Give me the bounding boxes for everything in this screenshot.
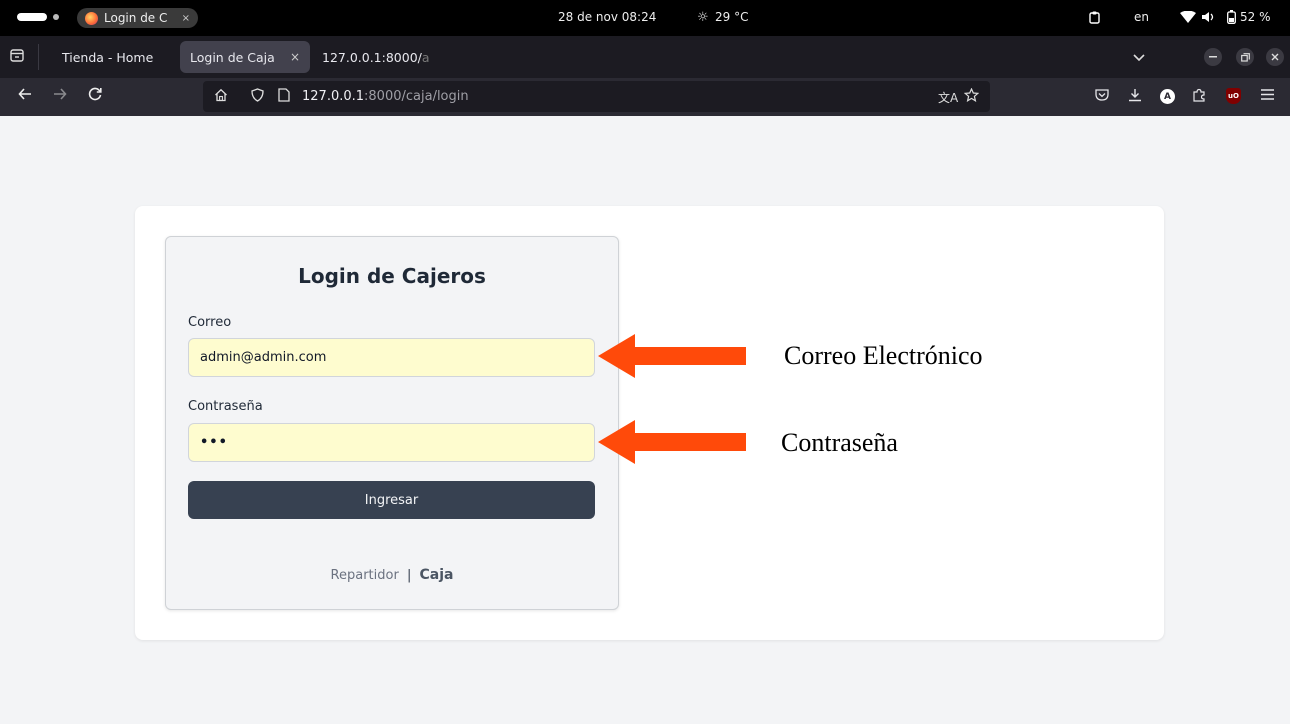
forward-arrow-icon[interactable] [53, 87, 67, 105]
reload-icon[interactable] [88, 87, 102, 105]
url-path: :8000/caja/login [364, 89, 469, 104]
browser-nav-bar: 127.0.0.1:8000/caja/login 文A A uO [0, 78, 1290, 116]
taskbar-close-icon[interactable]: × [182, 13, 190, 24]
back-arrow-icon[interactable] [18, 87, 32, 105]
minimize-button[interactable] [1204, 48, 1222, 66]
login-title: Login de Cajeros [298, 264, 486, 288]
restore-button[interactable] [1236, 48, 1254, 66]
weather-temperature[interactable]: 29 °C [715, 10, 748, 24]
keyboard-language[interactable]: en [1134, 10, 1149, 24]
taskbar-window-title: Login de C [104, 11, 168, 25]
clipboard-icon[interactable] [1089, 11, 1100, 27]
ublock-origin-icon[interactable]: uO [1226, 88, 1241, 104]
account-avatar-icon[interactable]: A [1160, 89, 1175, 104]
tab-label: Tienda - Home [62, 49, 154, 65]
tab-tienda-home[interactable]: Tienda - Home [52, 41, 172, 73]
workspace-indicator-icon[interactable] [17, 13, 47, 21]
volume-icon[interactable] [1201, 11, 1217, 26]
extensions-puzzle-icon[interactable] [1192, 88, 1206, 106]
clock[interactable]: 28 de nov 08:24 [558, 10, 656, 24]
close-window-button[interactable] [1266, 48, 1284, 66]
email-arrow-icon [598, 334, 746, 378]
annotation-password: Contraseña [781, 428, 898, 457]
tab-divider [38, 44, 39, 70]
tab-login-caja[interactable]: Login de Caja × [180, 41, 310, 73]
battery-icon[interactable] [1227, 10, 1236, 27]
weather-icon: ☼ [697, 10, 709, 25]
tab-label: 127.0.0.1:8000/ [322, 49, 422, 65]
tab-label-fade: a [421, 49, 430, 65]
browser-tab-bar: Tienda - Home Login de Caja × 127.0.0.1:… [0, 36, 1290, 78]
system-top-bar: Login de C × 28 de nov 08:24 ☼ 29 °C en … [0, 0, 1290, 36]
url-bar[interactable]: 127.0.0.1:8000/caja/login 文A [203, 81, 990, 112]
bookmark-star-icon[interactable] [963, 87, 980, 106]
page-info-icon[interactable] [278, 88, 290, 106]
taskbar-window-firefox[interactable]: Login de C × [77, 8, 198, 28]
password-arrow-shape [598, 420, 746, 464]
hamburger-menu-icon[interactable] [1261, 88, 1274, 104]
email-arrow-shape [598, 334, 746, 378]
wifi-icon[interactable] [1180, 10, 1196, 26]
link-separator: | [406, 568, 412, 583]
tracking-shield-icon[interactable] [251, 88, 264, 106]
url-text[interactable]: 127.0.0.1:8000/caja/login [302, 89, 469, 104]
workspace-dot-icon[interactable] [53, 14, 59, 20]
password-field[interactable] [188, 423, 595, 462]
home-icon[interactable] [214, 88, 228, 106]
link-caja[interactable]: Caja [419, 567, 453, 583]
footer-links: Repartidor | Caja [0, 567, 784, 583]
link-repartidor[interactable]: Repartidor [331, 568, 399, 583]
submit-button[interactable]: Ingresar [188, 481, 595, 519]
url-host: 127.0.0.1 [302, 89, 365, 104]
tab-label: Login de Caja [190, 49, 275, 65]
list-all-tabs-icon[interactable] [10, 49, 24, 66]
tab-localhost[interactable]: 127.0.0.1:8000/a [312, 41, 442, 73]
translate-icon[interactable]: 文A [938, 89, 958, 106]
email-label: Correo [188, 315, 232, 330]
password-arrow-icon [598, 420, 746, 464]
tab-close-icon[interactable]: × [290, 50, 300, 64]
downloads-icon[interactable] [1128, 88, 1142, 106]
pocket-icon[interactable] [1095, 88, 1109, 105]
chevron-down-icon[interactable] [1133, 50, 1145, 66]
battery-percentage[interactable]: 52 % [1240, 10, 1271, 24]
annotation-email: Correo Electrónico [784, 341, 983, 370]
email-field[interactable] [188, 338, 595, 377]
firefox-logo-icon [85, 11, 98, 25]
password-label: Contraseña [188, 399, 263, 414]
